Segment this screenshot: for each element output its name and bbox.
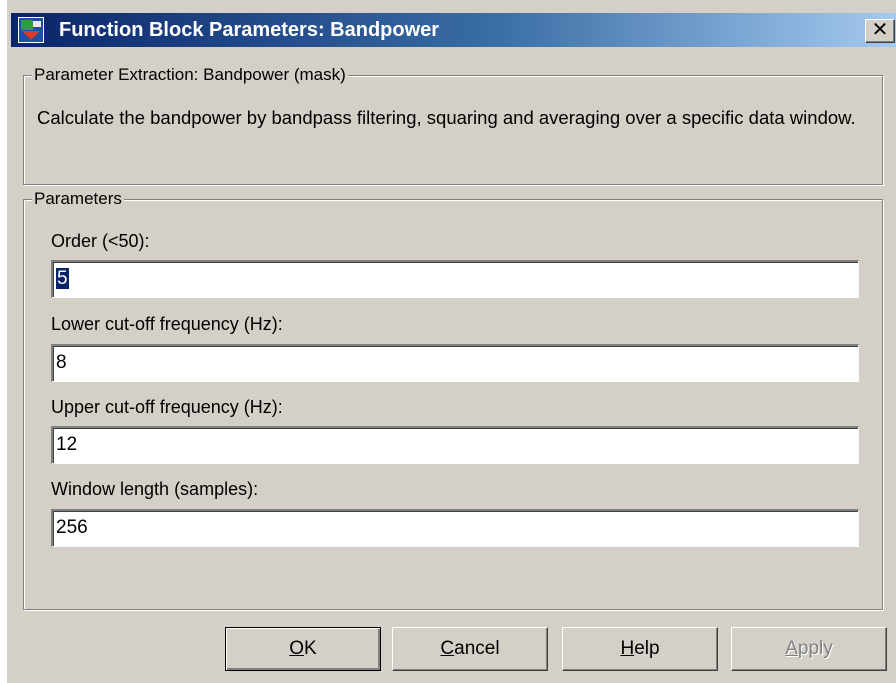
upper-cutoff-value: 12	[56, 434, 78, 455]
upper-cutoff-label: Upper cut-off frequency (Hz):	[51, 397, 283, 417]
mask-description: Calculate the bandpower by bandpass filt…	[37, 107, 856, 128]
parameters-group: Parameters Order (<50): 5 Lower cut-off …	[23, 189, 883, 610]
help-label-rest: elp	[634, 638, 660, 659]
upper-cutoff-input[interactable]: 12	[51, 426, 859, 464]
window-length-input[interactable]: 256	[51, 509, 859, 547]
apply-button[interactable]: Apply	[731, 627, 887, 671]
help-mnemonic: H	[620, 638, 635, 659]
ok-button[interactable]: OK	[225, 627, 381, 671]
help-button[interactable]: Help	[562, 627, 718, 671]
window-length-label: Window length (samples):	[51, 479, 259, 499]
lower-cutoff-input[interactable]: 8	[51, 344, 859, 382]
mask-description-group: Parameter Extraction: Bandpower (mask) C…	[23, 65, 883, 185]
title-bar[interactable]: Function Block Parameters: Bandpower ✕	[11, 13, 896, 47]
order-value: 5	[56, 268, 69, 289]
close-button[interactable]: ✕	[865, 19, 895, 43]
apply-label-rest: pply	[797, 638, 833, 659]
lower-cutoff-value: 8	[56, 352, 67, 373]
order-input[interactable]: 5	[51, 260, 859, 298]
window-title: Function Block Parameters: Bandpower	[59, 19, 440, 41]
cancel-mnemonic: C	[440, 638, 455, 659]
cancel-button[interactable]: Cancel	[392, 627, 548, 671]
ok-mnemonic: O	[289, 638, 305, 659]
simulink-block-icon	[18, 17, 44, 43]
parameters-legend: Parameters	[32, 189, 124, 209]
ok-label-rest: K	[304, 638, 317, 659]
window-length-value: 256	[56, 517, 88, 538]
dialog-window: Function Block Parameters: Bandpower ✕ P…	[6, 0, 896, 683]
mask-legend: Parameter Extraction: Bandpower (mask)	[32, 65, 348, 85]
lower-cutoff-label: Lower cut-off frequency (Hz):	[51, 314, 283, 334]
cancel-label-rest: ancel	[454, 638, 500, 659]
close-icon: ✕	[871, 19, 889, 41]
order-label: Order (<50):	[51, 231, 150, 251]
apply-mnemonic: A	[785, 638, 798, 659]
